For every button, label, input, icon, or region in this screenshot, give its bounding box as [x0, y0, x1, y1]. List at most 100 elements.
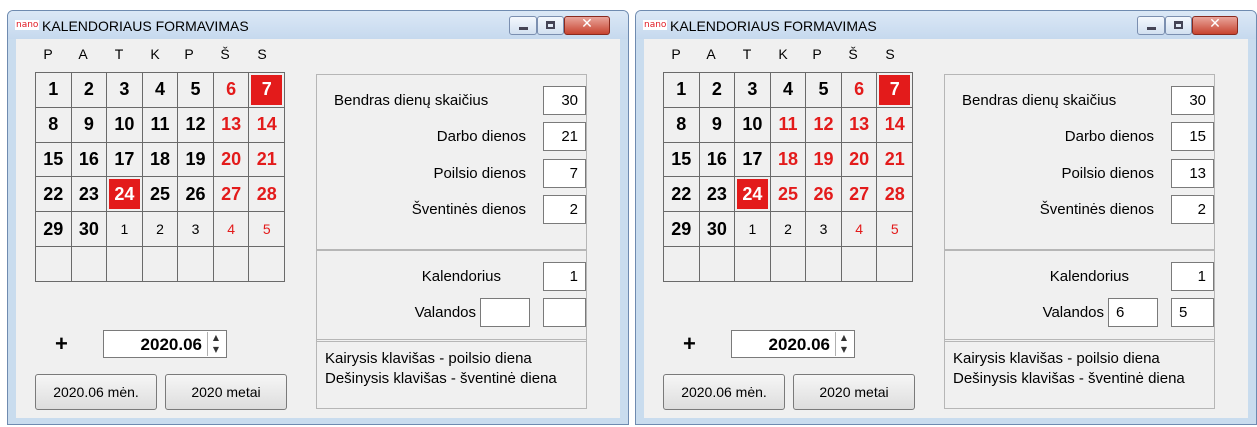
empty-day-cell[interactable] [770, 247, 807, 282]
empty-day-cell[interactable] [841, 247, 878, 282]
calendar-field[interactable]: 1 [543, 262, 586, 291]
day-cell[interactable]: 18 [770, 142, 807, 178]
day-cell[interactable]: 2 [770, 212, 807, 248]
spin-down-icon[interactable]: ▼ [836, 344, 852, 356]
day-cell[interactable]: 24 [735, 177, 771, 213]
day-cell[interactable]: 9 [699, 107, 736, 143]
minimize-button[interactable] [509, 16, 537, 35]
year-button[interactable]: 2020 metai [165, 374, 287, 410]
close-button[interactable]: ✕ [564, 16, 610, 35]
day-cell[interactable]: 29 [36, 212, 72, 248]
day-cell[interactable]: 26 [806, 177, 842, 213]
day-cell[interactable]: 29 [664, 212, 700, 248]
day-cell[interactable]: 28 [877, 177, 913, 213]
day-cell[interactable]: 1 [36, 73, 72, 108]
day-cell[interactable]: 4 [142, 73, 179, 108]
period-value[interactable]: 2020.06 [769, 335, 830, 355]
day-cell[interactable]: 4 [770, 73, 807, 108]
empty-day-cell[interactable] [249, 247, 285, 282]
year-button[interactable]: 2020 metai [793, 374, 915, 410]
day-cell[interactable]: 11 [142, 107, 179, 143]
day-cell[interactable]: 3 [735, 73, 771, 108]
day-cell[interactable]: 10 [735, 107, 771, 143]
empty-day-cell[interactable] [36, 247, 72, 282]
day-cell[interactable]: 6 [213, 73, 250, 108]
day-cell[interactable]: 7 [249, 73, 285, 108]
day-cell[interactable]: 13 [841, 107, 878, 143]
day-cell[interactable]: 4 [213, 212, 250, 248]
day-cell[interactable]: 17 [735, 142, 771, 178]
day-cell[interactable]: 14 [249, 107, 285, 143]
day-cell[interactable]: 30 [71, 212, 108, 248]
day-cell[interactable]: 26 [178, 177, 214, 213]
day-cell[interactable]: 5 [877, 212, 913, 248]
day-cell[interactable]: 3 [806, 212, 842, 248]
day-cell[interactable]: 2 [71, 73, 108, 108]
day-cell[interactable]: 8 [664, 107, 700, 143]
empty-day-cell[interactable] [142, 247, 179, 282]
holiday-days-field[interactable]: 2 [543, 195, 586, 224]
day-cell[interactable]: 18 [142, 142, 179, 178]
day-cell[interactable]: 10 [107, 107, 143, 143]
day-cell[interactable]: 4 [841, 212, 878, 248]
work-days-field[interactable]: 21 [543, 122, 586, 151]
add-button[interactable]: + [55, 331, 68, 357]
day-cell[interactable]: 27 [841, 177, 878, 213]
month-button[interactable]: 2020.06 mėn. [663, 374, 785, 410]
day-cell[interactable]: 23 [699, 177, 736, 213]
spin-up-icon[interactable]: ▲ [836, 332, 852, 344]
day-cell[interactable]: 9 [71, 107, 108, 143]
empty-day-cell[interactable] [699, 247, 736, 282]
rest-days-field[interactable]: 7 [543, 159, 586, 188]
minimize-button[interactable] [1137, 16, 1165, 35]
rest-days-field[interactable]: 13 [1171, 159, 1214, 188]
empty-day-cell[interactable] [877, 247, 913, 282]
total-days-field[interactable]: 30 [543, 86, 586, 115]
hours-field-2[interactable]: 5 [1171, 298, 1214, 327]
day-cell[interactable]: 3 [178, 212, 214, 248]
holiday-days-field[interactable]: 2 [1171, 195, 1214, 224]
spin-up-icon[interactable]: ▲ [208, 332, 224, 344]
empty-day-cell[interactable] [178, 247, 214, 282]
empty-day-cell[interactable] [107, 247, 143, 282]
title-bar[interactable]: nano KALENDORIAUS FORMAVIMAS ✕ [8, 11, 628, 39]
day-cell[interactable]: 2 [699, 73, 736, 108]
day-cell[interactable]: 28 [249, 177, 285, 213]
month-button[interactable]: 2020.06 mėn. [35, 374, 157, 410]
day-cell[interactable]: 15 [36, 142, 72, 178]
day-cell[interactable]: 1 [107, 212, 143, 248]
hours-field-2[interactable] [543, 298, 586, 327]
work-days-field[interactable]: 15 [1171, 122, 1214, 151]
day-cell[interactable]: 5 [178, 73, 214, 108]
day-cell[interactable]: 17 [107, 142, 143, 178]
day-cell[interactable]: 30 [699, 212, 736, 248]
day-cell[interactable]: 16 [699, 142, 736, 178]
empty-day-cell[interactable] [735, 247, 771, 282]
period-value[interactable]: 2020.06 [141, 335, 202, 355]
empty-day-cell[interactable] [806, 247, 842, 282]
day-cell[interactable]: 1 [735, 212, 771, 248]
day-cell[interactable]: 8 [36, 107, 72, 143]
day-cell[interactable]: 12 [178, 107, 214, 143]
day-cell[interactable]: 5 [249, 212, 285, 248]
calendar-field[interactable]: 1 [1171, 262, 1214, 291]
hours-field-1[interactable]: 6 [1108, 298, 1158, 327]
day-cell[interactable]: 24 [107, 177, 143, 213]
day-cell[interactable]: 2 [142, 212, 179, 248]
day-cell[interactable]: 15 [664, 142, 700, 178]
day-cell[interactable]: 16 [71, 142, 108, 178]
empty-day-cell[interactable] [213, 247, 250, 282]
day-cell[interactable]: 5 [806, 73, 842, 108]
day-cell[interactable]: 3 [107, 73, 143, 108]
day-cell[interactable]: 13 [213, 107, 250, 143]
period-spinner[interactable]: 2020.06 ▲ ▼ [731, 330, 855, 358]
hours-field-1[interactable] [480, 298, 530, 327]
maximize-button[interactable] [1165, 16, 1192, 35]
empty-day-cell[interactable] [664, 247, 700, 282]
day-cell[interactable]: 21 [249, 142, 285, 178]
day-cell[interactable]: 27 [213, 177, 250, 213]
day-cell[interactable]: 12 [806, 107, 842, 143]
day-cell[interactable]: 21 [877, 142, 913, 178]
day-cell[interactable]: 20 [841, 142, 878, 178]
maximize-button[interactable] [537, 16, 564, 35]
